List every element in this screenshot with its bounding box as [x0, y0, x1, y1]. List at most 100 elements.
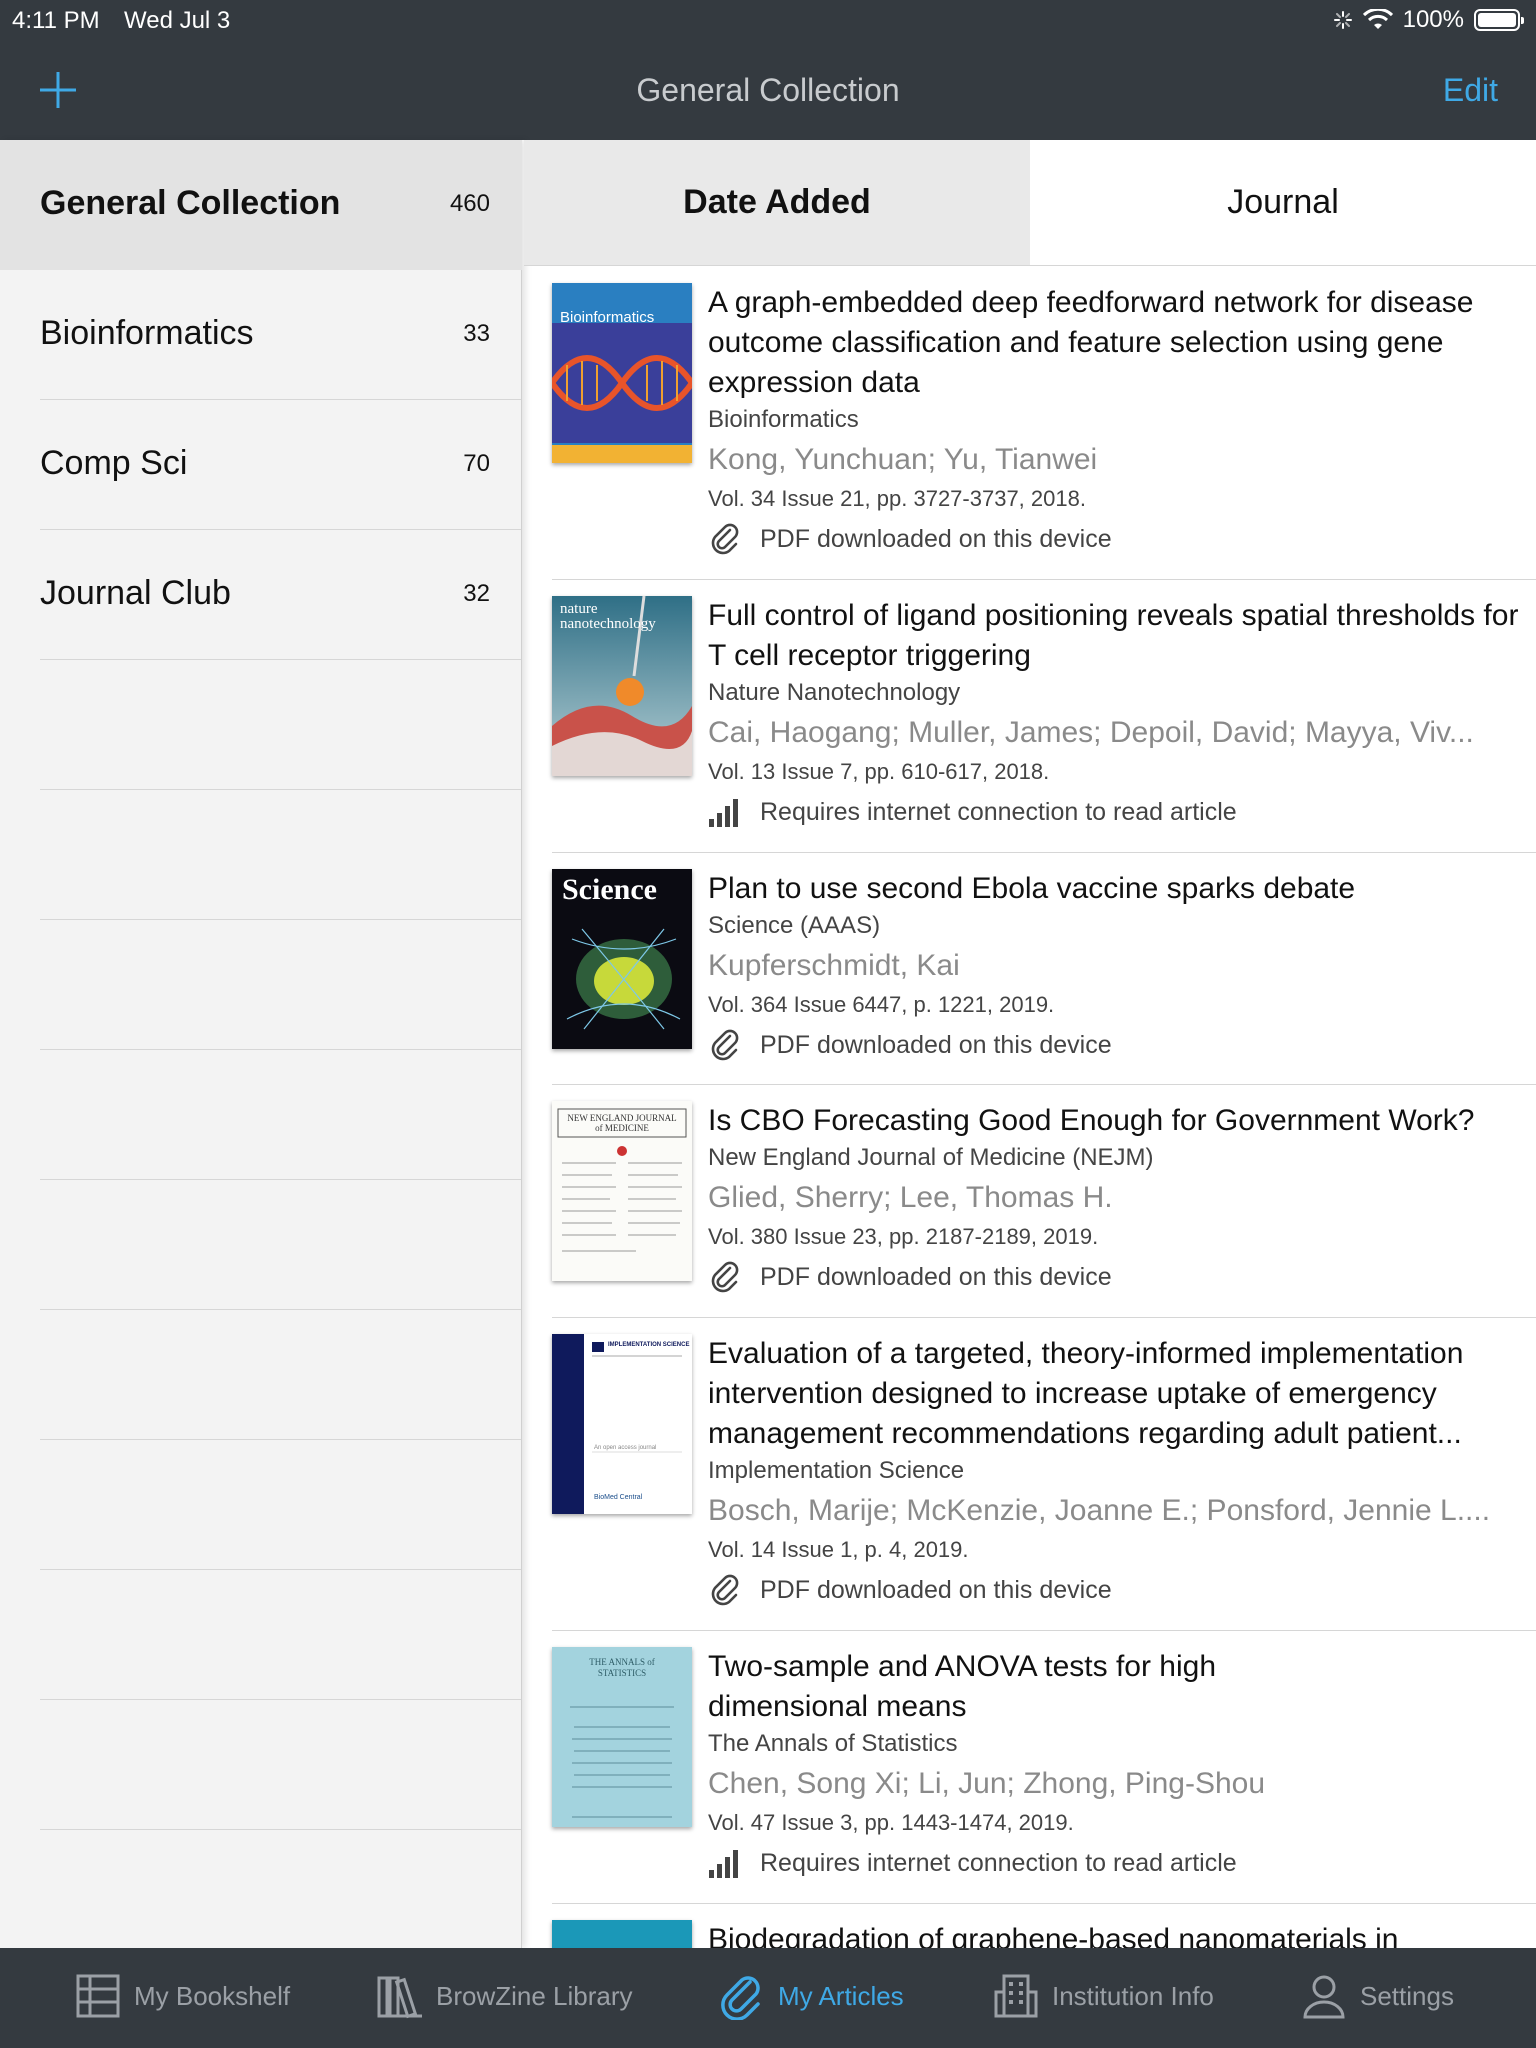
sidebar-item-comp-sci[interactable]: Comp Sci 70 — [0, 400, 522, 530]
article-row[interactable]: Bioinformatics A graph-embedded deep fee… — [552, 267, 1536, 580]
article-status-text: Requires internet connection to read art… — [760, 797, 1237, 826]
journal-cover: nature nanotechnology — [552, 596, 692, 776]
article-row[interactable]: NEW ENGLAND JOURNAL of MEDICINE Is CBO F… — [552, 1085, 1536, 1318]
journal-cover: NEW ENGLAND JOURNAL of MEDICINE — [552, 1101, 692, 1281]
article-title: Two-sample and ANOVA tests for high dime… — [708, 1650, 1217, 1723]
svg-text:BioMed Central: BioMed Central — [594, 1494, 643, 1501]
article-authors: Cai, Haogang; Muller, James; Depoil, Dav… — [708, 716, 1474, 749]
sidebar-item-count: 70 — [463, 450, 490, 477]
sidebar-item-label: Bioinformatics — [40, 314, 254, 352]
battery-icon — [1474, 9, 1524, 31]
article-status-text: Requires internet connection to read art… — [760, 1848, 1237, 1877]
article-row[interactable]: An open access journal BioMed Central IM… — [552, 1318, 1536, 1631]
tab-label: Settings — [1360, 1980, 1454, 2011]
implementation-science-cover-art: An open access journal BioMed Central — [552, 1334, 692, 1514]
signal-bars-icon — [709, 799, 738, 827]
cover-title: NEW ENGLAND JOURNAL of MEDICINE — [567, 1113, 677, 1133]
tab-label: My Articles — [778, 1980, 904, 2011]
article-authors: Bosch, Marije; McKenzie, Joanne E.; Pons… — [708, 1494, 1491, 1527]
cover-title: nature nanotechnology — [560, 601, 656, 632]
sidebar-item-label: Comp Sci — [40, 444, 188, 482]
article-volume: Vol. 34 Issue 21, pp. 3727-3737, 2018. — [708, 486, 1086, 511]
article-journal: New England Journal of Medicine (NEJM) — [708, 1144, 1154, 1171]
article-status-text: PDF downloaded on this device — [760, 524, 1112, 553]
article-journal: Nature Nanotechnology — [708, 679, 961, 706]
wifi-icon — [1362, 9, 1393, 29]
article-volume: Vol. 13 Issue 7, pp. 610-617, 2018. — [708, 759, 1050, 784]
svg-text:An open access journal: An open access journal — [594, 1445, 656, 1451]
tab-journal[interactable]: Journal — [1030, 140, 1536, 265]
article-authors: Chen, Song Xi; Li, Jun; Zhong, Ping-Shou — [708, 1767, 1266, 1800]
article-title: Biodegradation of graphene-based nanomat… — [708, 1923, 1399, 1948]
building-icon — [994, 1974, 1038, 2018]
divider — [40, 1309, 521, 1310]
top-bar: 4:11 PM Wed Jul 3 100% General Collectio… — [0, 0, 1536, 140]
article-authors: Kong, Yunchuan; Yu, Tianwei — [708, 443, 1098, 476]
article-row[interactable]: nature nanotechnology Full control of li… — [552, 580, 1536, 853]
paperclip-icon — [711, 1574, 739, 1606]
article-status: Requires internet connection to read art… — [708, 788, 1524, 836]
edit-button[interactable]: Edit — [1443, 72, 1498, 109]
tab-settings[interactable]: Settings — [1300, 1972, 1454, 2020]
divider — [40, 789, 521, 790]
tab-my-articles[interactable]: My Articles — [718, 1972, 904, 2020]
article-volume: Vol. 380 Issue 23, pp. 2187-2189, 2019. — [708, 1224, 1099, 1249]
article-title: Plan to use second Ebola vaccine sparks … — [708, 872, 1356, 905]
divider — [40, 919, 521, 920]
article-volume: Vol. 14 Issue 1, p. 4, 2019. — [708, 1537, 969, 1562]
cover-title: Bioinformatics — [560, 309, 655, 326]
sidebar-item-journal-club[interactable]: Journal Club 32 — [0, 530, 522, 660]
article-volume: Vol. 364 Issue 6447, p. 1221, 2019. — [708, 992, 1055, 1017]
journal-cover: Bioinformatics — [552, 283, 692, 463]
paperclip-icon — [711, 1261, 739, 1293]
sidebar-item-label: General Collection — [40, 184, 341, 222]
article-authors: Kupferschmidt, Kai — [708, 949, 960, 982]
article-row[interactable]: THE ANNALS of STATISTICS Two-sample and … — [552, 1631, 1536, 1904]
article-status: Requires internet connection to read art… — [708, 1839, 1524, 1887]
article-title: Evaluation of a targeted, theory-informe… — [708, 1337, 1464, 1450]
status-time: 4:11 PM — [12, 7, 100, 34]
paperclip-icon — [721, 1976, 760, 2020]
article-row[interactable]: Science Plan to use second Ebola vaccine… — [552, 853, 1536, 1085]
article-status: PDF downloaded on this device — [708, 1021, 1524, 1069]
divider — [40, 1569, 521, 1570]
tab-browzine-library[interactable]: BrowZine Library — [376, 1972, 633, 2020]
article-journal: Bioinformatics — [708, 406, 859, 433]
tab-my-bookshelf[interactable]: My Bookshelf — [74, 1972, 290, 2020]
article-row[interactable]: Biodegradation of graphene-based nanomat… — [552, 1904, 1536, 1948]
tab-institution-info[interactable]: Institution Info — [992, 1972, 1214, 2020]
journal-cover — [552, 1920, 692, 1948]
paperclip-icon — [711, 523, 739, 555]
signal-bars-icon — [709, 1850, 738, 1878]
divider — [40, 1179, 521, 1180]
sidebar-item-count: 460 — [449, 190, 490, 217]
sidebar-item-bioinformatics[interactable]: Bioinformatics 33 — [0, 270, 522, 400]
status-date: Wed Jul 3 — [124, 7, 231, 34]
tab-date-added[interactable]: Date Added — [524, 140, 1030, 265]
paperclip-icon — [711, 1029, 739, 1061]
cover-title: THE ANNALS of STATISTICS — [589, 1657, 655, 1678]
cover-title: Science — [562, 873, 657, 906]
divider — [40, 1699, 521, 1700]
sidebar-item-general-collection[interactable]: General Collection 460 — [0, 140, 522, 270]
collections-sidebar: General Collection 460 Bioinformatics 33… — [0, 140, 522, 1948]
article-list: Bioinformatics A graph-embedded deep fee… — [524, 267, 1536, 1948]
article-title: Is CBO Forecasting Good Enough for Gover… — [708, 1104, 1475, 1137]
article-title: Full control of ligand positioning revea… — [708, 599, 1519, 672]
article-journal: Science (AAAS) — [708, 912, 881, 939]
bottom-tab-bar: My Bookshelf BrowZine Library My Article… — [0, 1948, 1536, 2048]
article-journal: The Annals of Statistics — [708, 1730, 958, 1757]
divider — [40, 1439, 521, 1440]
divider — [40, 1829, 521, 1830]
article-status-text: PDF downloaded on this device — [760, 1030, 1112, 1059]
article-status-text: PDF downloaded on this device — [760, 1575, 1112, 1604]
journal-cover: THE ANNALS of STATISTICS — [552, 1647, 692, 1827]
article-journal: Implementation Science — [708, 1457, 965, 1484]
battery-percent: 100% — [1402, 6, 1464, 33]
article-status: PDF downloaded on this device — [708, 1566, 1524, 1614]
article-authors: Glied, Sherry; Lee, Thomas H. — [708, 1181, 1113, 1214]
activity-spinner-icon — [1333, 11, 1352, 29]
sidebar-item-label: Journal Club — [40, 574, 231, 612]
divider — [40, 659, 521, 660]
tab-label: BrowZine Library — [436, 1980, 633, 2011]
